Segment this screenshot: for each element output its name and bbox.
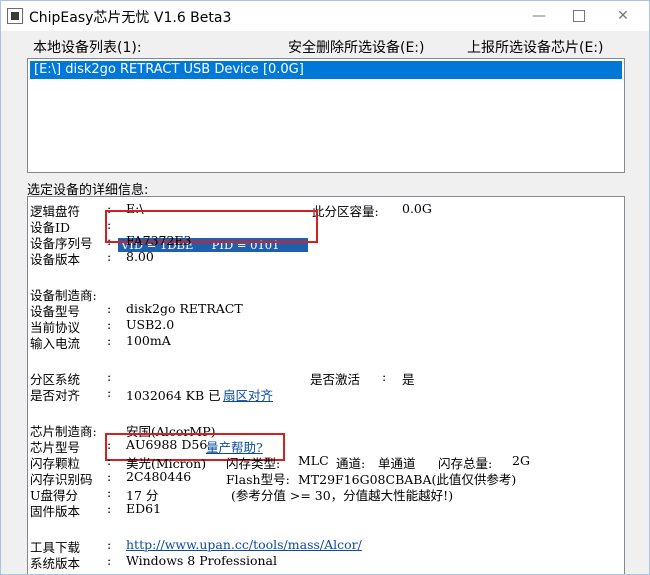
- maximize-icon: [573, 10, 585, 22]
- tool-download-link[interactable]: http://www.upan.cc/tools/mass/Alcor/: [126, 537, 362, 552]
- chipeasy-window: ChipEasy芯片无忧 V1.6 Beta3 — ✕ 本地设备列表(1): 安…: [0, 0, 650, 575]
- row-model: 设备型号 : disk2go RETRACT: [30, 301, 243, 319]
- os-version-value: Windows 8 Professional: [126, 553, 278, 568]
- protocol-value: USB2.0: [126, 317, 175, 332]
- aligned-value: 1032064 KB 已: [126, 388, 221, 403]
- app-icon: [7, 8, 23, 24]
- row-partition-system: 分区系统 : 是否激活 : 是: [30, 369, 415, 387]
- firmware-key: 固件版本: [30, 504, 81, 519]
- row-version: 设备版本 : 8.00: [30, 249, 154, 267]
- flash-id-value: 2C480446: [126, 469, 192, 484]
- minimize-button[interactable]: —: [519, 5, 559, 27]
- aligned-key: 是否对齐: [30, 388, 81, 403]
- row-protocol: 当前协议 : USB2.0: [30, 317, 175, 335]
- current-key: 输入电流: [30, 336, 81, 351]
- partition-capacity-value: 0.0G: [402, 201, 432, 216]
- row-flash-chip: 闪存颗粒 : 美光(Micron) 闪存类型: MLC 通道: 单通道 闪存总量…: [30, 453, 530, 471]
- report-chip-button[interactable]: 上报所选设备芯片(E:): [467, 37, 604, 57]
- flash-type-value: MLC: [298, 453, 329, 468]
- flash-total-value: 2G: [512, 453, 530, 468]
- firmware-value: ED61: [126, 501, 162, 516]
- row-current: 输入电流 : 100mA: [30, 333, 171, 351]
- sector-align-link[interactable]: 扇区对齐: [223, 385, 273, 404]
- os-version-key: 系统版本: [30, 556, 81, 571]
- row-firmware: 固件版本 : ED61: [30, 501, 162, 519]
- title-bar: ChipEasy芯片无忧 V1.6 Beta3 — ✕: [1, 1, 649, 31]
- row-os-version: 系统版本 : Windows 8 Professional: [30, 553, 278, 571]
- row-aligned: 是否对齐 : 1032064 KB 已 扇区对齐: [30, 385, 274, 404]
- version-value: 8.00: [126, 249, 154, 264]
- row-tool-download: 工具下载 : http://www.upan.cc/tools/mass/Alc…: [30, 537, 362, 555]
- device-list[interactable]: [E:\] disk2go RETRACT USB Device [0.0G]: [27, 58, 625, 173]
- close-button[interactable]: ✕: [603, 5, 643, 27]
- local-device-list-label: 本地设备列表(1):: [33, 40, 142, 56]
- version-key: 设备版本: [30, 252, 81, 267]
- serial-value: FA7372E3: [126, 233, 192, 248]
- row-score: U盘得分 : 17 分 (参考分值 >= 30，分值越大性能越好!): [30, 485, 454, 503]
- window-title: ChipEasy芯片无忧 V1.6 Beta3: [29, 10, 232, 26]
- maximize-button[interactable]: [559, 5, 599, 27]
- model-value: disk2go RETRACT: [126, 301, 243, 316]
- row-manufacturer: 设备制造商:: [30, 285, 620, 303]
- row-flash-id: 闪存识别码 : 2C480446 Flash型号: MT29F16G08CBAB…: [30, 469, 517, 487]
- current-value: 100mA: [126, 333, 171, 348]
- device-detail-panel[interactable]: 逻辑盘符 : E:\ 此分区容量: 0.0G 设备ID : VID = 1DBE…: [27, 196, 625, 574]
- device-list-item-selected[interactable]: [E:\] disk2go RETRACT USB Device [0.0G]: [30, 61, 622, 79]
- row-serial: 设备序列号 : FA7372E3: [30, 233, 192, 251]
- safe-remove-button[interactable]: 安全删除所选设备(E:): [288, 37, 425, 57]
